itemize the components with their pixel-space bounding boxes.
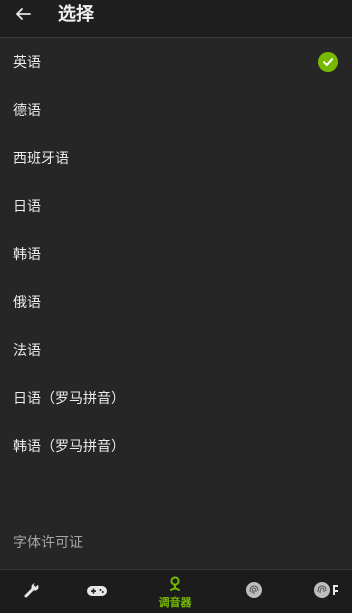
language-option-french[interactable]: 法语 — [0, 326, 352, 374]
nav-label-tuner: 调音器 — [158, 595, 192, 609]
top-app-bar: 选择 — [0, 0, 352, 38]
language-option-russian[interactable]: 俄语 — [0, 278, 352, 326]
language-label: 英语 — [13, 55, 41, 71]
language-label: 日语 — [13, 199, 41, 215]
wrench-icon — [23, 581, 41, 603]
tuner-icon — [168, 575, 182, 596]
font-license-link[interactable]: 字体许可证 — [13, 532, 83, 552]
page-title: 选择 — [58, 4, 94, 25]
arrow-left-icon — [14, 5, 32, 27]
language-label: 俄语 — [13, 295, 41, 311]
fingerprint-icon — [245, 581, 263, 603]
language-label: 西班牙语 — [13, 151, 69, 167]
gamepad-icon — [86, 583, 108, 602]
back-button[interactable] — [8, 3, 38, 29]
language-option-spanish[interactable]: 西班牙语 — [0, 134, 352, 182]
check-icon — [318, 52, 338, 72]
language-label: 法语 — [13, 343, 41, 359]
fingerprint-icon — [313, 581, 339, 603]
language-option-japanese[interactable]: 日语 — [0, 182, 352, 230]
language-option-english[interactable]: 英语 — [0, 38, 352, 86]
language-label: 日语（罗马拼音） — [13, 391, 125, 407]
language-label: 韩语 — [13, 247, 41, 263]
language-label: 德语 — [13, 103, 41, 119]
nav-item-games[interactable] — [84, 570, 110, 613]
language-list: 英语 德语 西班牙语 日语 韩语 俄语 法语 日语（罗马拼音） 韩语（罗马拼音） — [0, 38, 352, 470]
language-option-japanese-romaji[interactable]: 日语（罗马拼音） — [0, 374, 352, 422]
bottom-navigation: 调音器 — [0, 569, 352, 613]
nav-item-fingerprint[interactable] — [243, 570, 265, 613]
language-option-german[interactable]: 德语 — [0, 86, 352, 134]
language-option-korean[interactable]: 韩语 — [0, 230, 352, 278]
language-label: 韩语（罗马拼音） — [13, 439, 125, 455]
language-select-screen: 选择 英语 德语 西班牙语 日语 韩语 俄语 法语 日语（罗马拼音） 韩语（罗马… — [0, 0, 352, 613]
nav-item-tuner[interactable]: 调音器 — [154, 570, 196, 613]
nav-item-fingerprint-2[interactable] — [312, 570, 340, 613]
nav-item-tools[interactable] — [20, 570, 44, 613]
language-option-korean-romanized[interactable]: 韩语（罗马拼音） — [0, 422, 352, 470]
